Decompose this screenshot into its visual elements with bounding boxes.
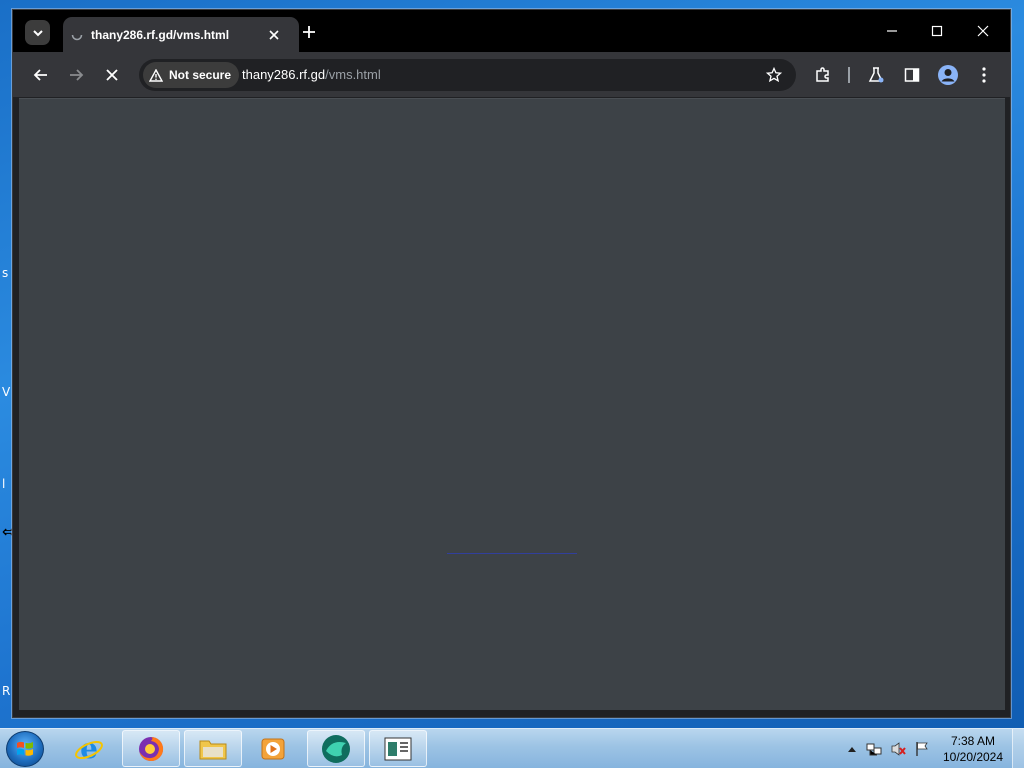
internet-explorer-icon: e	[75, 734, 103, 764]
firefox-icon	[139, 736, 164, 761]
menu-button[interactable]	[973, 64, 995, 86]
show-hidden-icons-button[interactable]	[844, 741, 860, 757]
close-icon	[977, 25, 989, 37]
security-chip[interactable]: Not secure	[143, 62, 240, 88]
arrow-right-icon	[70, 69, 84, 81]
media-player-icon	[261, 738, 285, 759]
maximize-icon	[931, 25, 943, 37]
desktop-icon-label-fragment: V	[2, 385, 11, 399]
tab-title: thany286.rf.gd/vms.html	[91, 27, 230, 42]
network-tray-button[interactable]	[866, 741, 882, 757]
taskbar-media-player[interactable]	[244, 730, 302, 767]
action-center-tray-button[interactable]	[914, 741, 930, 757]
desktop-icon-label-fragment: R	[2, 684, 11, 698]
teal-app-icon	[322, 734, 350, 763]
page-content[interactable]	[19, 98, 1005, 710]
clock-date: 10/20/2024	[942, 750, 1004, 764]
puzzle-icon	[816, 67, 829, 82]
folder-icon	[199, 740, 227, 759]
more-vertical-icon	[982, 67, 986, 83]
network-icon	[866, 743, 882, 756]
arrow-left-icon	[33, 69, 47, 81]
svg-text:e: e	[80, 734, 98, 764]
taskbar-firefox[interactable]	[122, 730, 180, 767]
flask-icon	[868, 67, 884, 83]
desktop-icon-label-fragment: l	[2, 477, 6, 491]
tab-active[interactable]: thany286.rf.gd/vms.html	[63, 17, 299, 52]
warning-icon	[149, 68, 163, 82]
close-icon	[106, 69, 118, 81]
profile-button[interactable]	[937, 64, 959, 86]
stop-loading-button[interactable]	[100, 63, 124, 87]
taskbar-app-window[interactable]	[369, 730, 427, 767]
taskbar-file-explorer[interactable]	[184, 730, 242, 767]
windows-logo-icon	[17, 741, 33, 756]
new-tab-button[interactable]	[299, 22, 319, 42]
window-app-icon	[384, 737, 412, 760]
star-icon	[766, 67, 782, 83]
maximize-button[interactable]	[924, 20, 950, 42]
taskbar: e 7:38 AM 10/20/2024	[0, 728, 1024, 768]
close-icon	[269, 30, 279, 40]
side-panel-icon	[904, 68, 920, 82]
browser-window: thany286.rf.gd/vms.html Not secure thany…	[12, 9, 1011, 718]
back-button[interactable]	[29, 63, 53, 87]
close-window-button[interactable]	[970, 20, 996, 42]
tab-close-button[interactable]	[266, 27, 282, 43]
desktop-icon-label-fragment: s	[2, 266, 9, 280]
chevron-up-icon	[848, 747, 856, 752]
bookmark-button[interactable]	[764, 65, 784, 85]
avatar-icon	[938, 65, 958, 85]
show-desktop-button[interactable]	[1012, 729, 1024, 768]
url-host: thany286.rf.gd	[242, 67, 326, 82]
plus-icon	[303, 26, 315, 38]
volume-tray-button[interactable]	[891, 741, 907, 757]
volume-muted-icon	[891, 742, 906, 756]
url-text[interactable]: thany286.rf.gd/vms.html	[242, 67, 381, 82]
taskbar-internet-explorer[interactable]: e	[60, 730, 118, 767]
flag-icon	[916, 742, 928, 756]
forward-button[interactable]	[64, 63, 88, 87]
system-clock[interactable]: 7:38 AM 10/20/2024	[938, 733, 1008, 765]
address-bar[interactable]: Not secure thany286.rf.gd/vms.html	[139, 59, 796, 91]
taskbar-app-teal[interactable]	[307, 730, 365, 767]
start-button[interactable]	[6, 731, 44, 767]
content-line	[447, 553, 577, 554]
side-panel-button[interactable]	[901, 64, 923, 86]
extensions-button[interactable]	[812, 64, 834, 86]
tab-strip: thany286.rf.gd/vms.html	[13, 10, 1010, 52]
browser-toolbar: Not secure thany286.rf.gd/vms.html	[13, 52, 1010, 97]
clock-time: 7:38 AM	[950, 734, 996, 748]
toolbar-separator	[848, 67, 850, 83]
chevron-down-icon	[32, 29, 43, 36]
loading-spinner-icon	[71, 29, 83, 40]
security-label: Not secure	[169, 68, 232, 82]
minimize-icon	[887, 30, 897, 32]
labs-button[interactable]	[865, 64, 887, 86]
tab-search-button[interactable]	[25, 20, 50, 45]
minimize-button[interactable]	[879, 20, 905, 42]
url-path: /vms.html	[325, 67, 381, 82]
